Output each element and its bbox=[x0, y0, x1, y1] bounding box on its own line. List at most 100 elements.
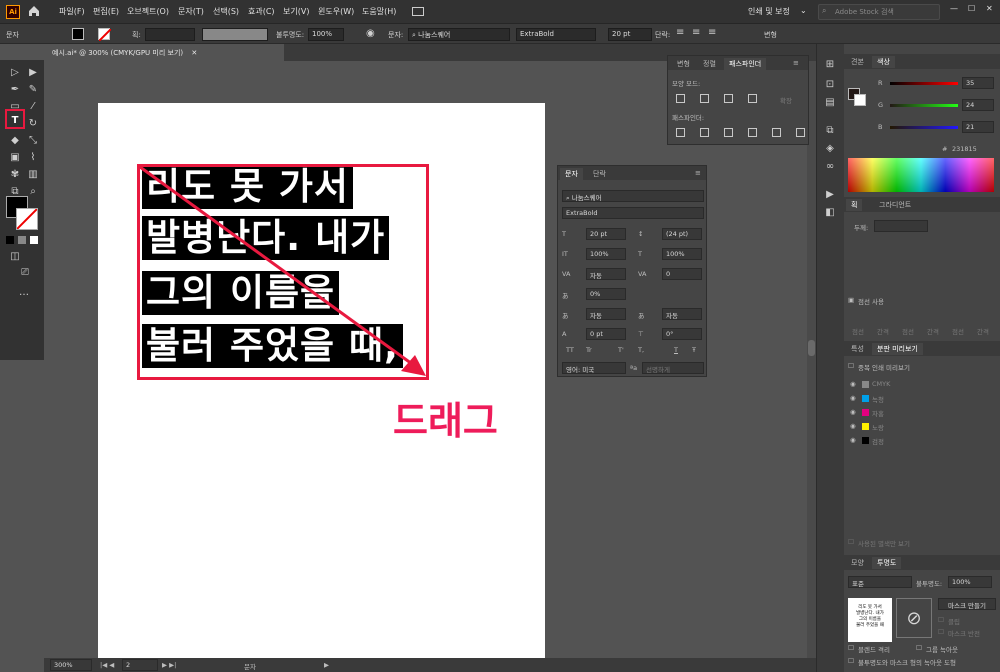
outline-icon[interactable] bbox=[772, 128, 781, 137]
trim-icon[interactable] bbox=[700, 128, 709, 137]
maximize-icon[interactable]: ☐ bbox=[968, 4, 975, 13]
isolate-blending-checkbox[interactable]: ☐ bbox=[848, 644, 854, 652]
eye-icon[interactable]: ◉ bbox=[850, 408, 856, 416]
home-icon[interactable] bbox=[27, 4, 41, 18]
scale-tool-icon[interactable]: ⤡ bbox=[26, 134, 40, 148]
tab-align[interactable]: 정렬 bbox=[698, 58, 721, 70]
small-caps-button[interactable]: Tr bbox=[586, 346, 592, 354]
opacity-field[interactable]: 100% bbox=[948, 576, 992, 588]
zoom-field[interactable]: 300% bbox=[50, 659, 92, 671]
layers-panel-icon[interactable]: ◈ bbox=[823, 142, 837, 156]
kerning-field[interactable]: 자동 bbox=[586, 268, 626, 280]
menu-window[interactable]: 윈도우(W) bbox=[318, 6, 354, 17]
hex-field[interactable]: 231815 bbox=[952, 145, 977, 153]
panel-menu-icon[interactable]: ≡ bbox=[788, 58, 804, 68]
gradient-tool-icon[interactable]: ▣ bbox=[8, 151, 22, 165]
graph-tool-icon[interactable]: ▥ bbox=[26, 168, 40, 182]
vertical-scale-field[interactable]: 100% bbox=[586, 248, 626, 260]
minus-back-icon[interactable] bbox=[796, 128, 805, 137]
knockout-group-checkbox[interactable]: ☐ bbox=[916, 644, 922, 652]
r-field[interactable]: 35 bbox=[962, 77, 994, 89]
tab-pathfinder[interactable]: 패스파인더 bbox=[724, 58, 767, 70]
selection-tool-icon[interactable]: ▷ bbox=[8, 66, 22, 80]
document-info-icon[interactable]: ◧ bbox=[823, 206, 837, 220]
color-mode-icon[interactable] bbox=[6, 236, 14, 244]
character-rotation-field[interactable]: 0° bbox=[662, 328, 702, 340]
separation-row[interactable]: ◉ 자홍 bbox=[850, 406, 990, 420]
aki-right-field[interactable]: 자동 bbox=[662, 308, 702, 320]
vertical-scrollbar[interactable] bbox=[807, 61, 816, 658]
tab-gradient[interactable]: 그라디언트 bbox=[874, 199, 916, 211]
separation-row[interactable]: ◉ 검정 bbox=[850, 434, 990, 448]
object-thumbnail[interactable]: 리도 못 가서 발병난다. 내가 그의 이름을 불러 주었을 때 bbox=[848, 598, 892, 642]
underline-button[interactable]: T bbox=[674, 346, 678, 354]
used-spots-checkbox[interactable]: ☐ bbox=[848, 538, 854, 546]
tracking-field[interactable]: 0 bbox=[662, 268, 702, 280]
invert-mask-checkbox[interactable]: ☐ bbox=[938, 628, 944, 636]
stroke-weight-field[interactable] bbox=[874, 220, 928, 232]
chevron-down-icon[interactable]: ⌄ bbox=[800, 6, 807, 15]
superscript-button[interactable]: T' bbox=[618, 346, 624, 354]
tab-transparency[interactable]: 투명도 bbox=[872, 557, 902, 569]
intersect-icon[interactable] bbox=[724, 94, 733, 103]
menu-file[interactable]: 파일(F) bbox=[59, 6, 85, 17]
status-menu-icon[interactable]: ▶ bbox=[324, 661, 329, 669]
font-family-field[interactable]: ⌕ 나눔스퀘어 bbox=[562, 190, 704, 202]
expand-button[interactable]: 확장 bbox=[780, 95, 792, 105]
close-icon[interactable]: ✕ bbox=[986, 4, 993, 13]
none-mode-icon[interactable] bbox=[30, 236, 38, 244]
recolor-icon[interactable]: ◉ bbox=[366, 28, 375, 39]
tab-swatches[interactable]: 견본 bbox=[846, 56, 869, 68]
gradient-mode-icon[interactable] bbox=[18, 236, 26, 244]
stroke-color-box[interactable] bbox=[16, 208, 38, 230]
leading-field[interactable]: (24 pt) bbox=[662, 228, 702, 240]
blend-tool-icon[interactable]: ✾ bbox=[8, 168, 22, 182]
tsume-field[interactable]: 0% bbox=[586, 288, 626, 300]
menu-effect[interactable]: 효과(C) bbox=[248, 6, 275, 17]
tab-separations-preview[interactable]: 분판 미리보기 bbox=[872, 343, 923, 355]
subscript-button[interactable]: T, bbox=[638, 346, 644, 354]
make-mask-button[interactable]: 마스크 만들기 bbox=[938, 598, 996, 610]
eye-icon[interactable]: ◉ bbox=[850, 422, 856, 430]
draw-mode-icon[interactable]: ◫ bbox=[8, 250, 22, 264]
font-style-field[interactable]: ExtraBold bbox=[562, 207, 704, 219]
scrollbar-thumb[interactable] bbox=[808, 340, 815, 356]
baseline-shift-field[interactable]: 0 pt bbox=[586, 328, 626, 340]
curvature-tool-icon[interactable]: ✎ bbox=[26, 83, 40, 97]
character-label[interactable]: 문자: bbox=[388, 30, 403, 40]
menu-object[interactable]: 오브젝트(O) bbox=[127, 6, 169, 17]
font-family-field[interactable]: ⌕ 나눔스퀘어 bbox=[408, 28, 510, 41]
eraser-tool-icon[interactable]: ◆ bbox=[8, 134, 22, 148]
minimize-icon[interactable]: — bbox=[950, 4, 958, 13]
zoom-tool-icon[interactable]: ⌕ bbox=[26, 185, 40, 199]
strikethrough-button[interactable]: Ŧ bbox=[692, 346, 696, 354]
font-size-field[interactable]: 20 pt bbox=[608, 28, 652, 41]
align-right-icon[interactable]: ≡ bbox=[708, 27, 716, 38]
panel-menu-icon[interactable]: ≡ bbox=[690, 168, 706, 178]
last-artboard-icon[interactable]: ▶ ▶| bbox=[162, 661, 176, 669]
unite-icon[interactable] bbox=[676, 94, 685, 103]
divide-icon[interactable] bbox=[676, 128, 685, 137]
tab-appearance[interactable]: 모양 bbox=[846, 557, 869, 569]
color-stroke-swatch[interactable] bbox=[854, 94, 866, 106]
blend-mode-select[interactable]: 표준 bbox=[848, 576, 912, 588]
close-tab-icon[interactable]: ✕ bbox=[191, 49, 197, 57]
artboard-number-field[interactable]: 2 bbox=[122, 659, 158, 671]
menu-select[interactable]: 선택(S) bbox=[213, 6, 239, 17]
stroke-swatch[interactable] bbox=[98, 28, 112, 42]
aki-left-field[interactable]: 자동 bbox=[586, 308, 626, 320]
artboards-panel-icon[interactable]: ⊞ bbox=[823, 58, 837, 72]
r-slider[interactable] bbox=[890, 82, 958, 85]
stock-search-input[interactable]: ⌕ Adobe Stock 검색 bbox=[818, 4, 940, 20]
g-slider[interactable] bbox=[890, 104, 958, 107]
transform-panel-icon[interactable]: ⊡ bbox=[823, 78, 837, 92]
paintbrush-tool-icon[interactable]: ⁄ bbox=[26, 100, 40, 114]
align-center-icon[interactable]: ≡ bbox=[692, 27, 700, 38]
opacity-field[interactable]: 100% bbox=[308, 28, 344, 41]
tab-paragraph[interactable]: 단락 bbox=[588, 168, 611, 180]
links-panel-icon[interactable]: ∞ bbox=[823, 160, 837, 174]
crop-icon[interactable] bbox=[748, 128, 757, 137]
b-field[interactable]: 21 bbox=[962, 121, 994, 133]
rotate-tool-icon[interactable]: ↻ bbox=[26, 117, 40, 131]
language-select[interactable]: 영어: 미국 bbox=[562, 362, 626, 374]
